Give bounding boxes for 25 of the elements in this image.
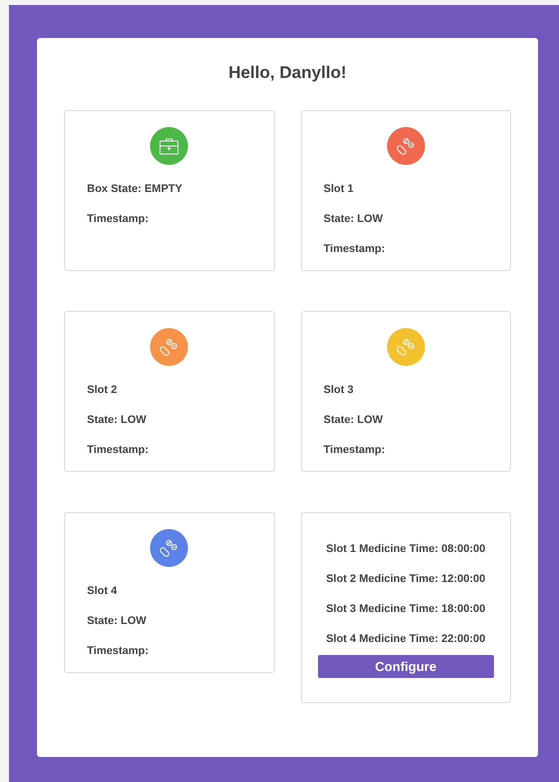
status-text: Slot 1 <box>324 182 354 197</box>
status-text: Slot 4 <box>87 584 118 599</box>
status-text: State: LOW <box>87 614 148 629</box>
status-text: Slot 3 <box>324 383 354 398</box>
status-text: Slot 2 <box>87 383 118 398</box>
pills-icon <box>160 539 178 557</box>
medkit-icon <box>159 137 180 155</box>
status-text: Timestamp: <box>324 242 386 257</box>
status-text: Box State: EMPTY <box>87 182 184 197</box>
status-text: Timestamp: <box>87 644 150 659</box>
medicine-time-text: Slot 3 Medicine Time: 18:00:00 <box>326 602 486 617</box>
status-text: State: LOW <box>324 413 384 428</box>
configure-button[interactable]: Configure <box>318 655 494 678</box>
medicine-time-text: Slot 2 Medicine Time: 12:00:00 <box>326 572 486 587</box>
pills-icon <box>396 137 415 155</box>
medicine-time-text: Slot 4 Medicine Time: 22:00:00 <box>326 632 486 647</box>
status-text: Timestamp: <box>324 443 386 458</box>
pills-icon <box>396 338 415 356</box>
status-text: State: LOW <box>87 413 148 428</box>
pills-icon <box>160 338 178 356</box>
status-text: Timestamp: <box>87 212 150 227</box>
status-text: State: LOW <box>324 212 384 227</box>
status-text: Timestamp: <box>87 443 150 458</box>
greeting-title: Hello, Danyllo! <box>228 62 347 84</box>
medicine-time-text: Slot 1 Medicine Time: 08:00:00 <box>326 542 486 557</box>
